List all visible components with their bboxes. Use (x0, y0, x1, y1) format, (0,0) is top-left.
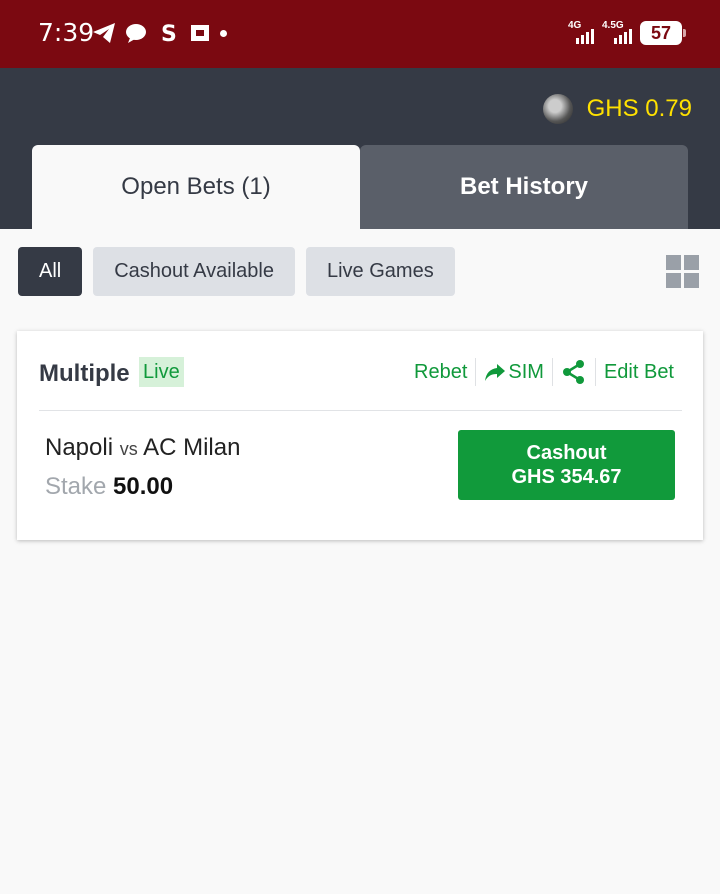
rebet-button[interactable]: Rebet (406, 361, 475, 384)
stake-value: 50.00 (113, 473, 174, 500)
battery-icon: 57 (640, 21, 686, 45)
status-bar: 7:39 S 4G 4.5G 57 (0, 0, 720, 68)
bet-actions: Rebet SIM Edit Bet (406, 357, 682, 387)
app-s-icon: S (156, 21, 180, 45)
balance-amount: GHS 0.79 (586, 95, 692, 122)
clock: 7:39 (38, 18, 95, 47)
app-header: GHS 0.79 Open Bets (1) Bet History (0, 68, 720, 229)
bet-type: Multiple (39, 360, 130, 387)
filter-cashout-available[interactable]: Cashout Available (93, 247, 295, 296)
tab-bet-history[interactable]: Bet History (360, 145, 688, 229)
telegram-icon (92, 21, 116, 45)
bet-filters: All Cashout Available Live Games (18, 247, 455, 296)
signal-icon: 4G (568, 20, 594, 46)
stake-label: Stake (45, 473, 107, 500)
match-title: Napoli vs AC Milan (45, 434, 240, 462)
notification-icons: S (92, 21, 227, 45)
tab-open-bets[interactable]: Open Bets (1) (32, 145, 360, 229)
cashout-amount: GHS 354.67 (511, 466, 622, 488)
share-icon (562, 360, 584, 384)
edit-bet-button[interactable]: Edit Bet (596, 361, 682, 384)
cashout-button[interactable]: Cashout GHS 354.67 (458, 430, 675, 500)
cashout-label: Cashout (526, 442, 607, 464)
chat-bubble-icon (124, 21, 148, 45)
filter-live-games[interactable]: Live Games (305, 247, 455, 296)
vs-label: vs (119, 439, 138, 459)
more-notifications-dot (220, 29, 227, 37)
share-button[interactable] (553, 359, 595, 385)
home-team: Napoli (45, 434, 114, 461)
grid-view-icon[interactable] (666, 255, 699, 288)
svg-text:S: S (161, 22, 177, 44)
account-balance[interactable]: GHS 0.79 (542, 94, 692, 124)
sim-label: SIM (508, 360, 544, 383)
sim-button[interactable]: SIM (476, 361, 552, 384)
live-badge: Live (139, 357, 184, 387)
system-icons: 4G 4.5G 57 (568, 20, 686, 46)
divider (39, 410, 682, 411)
filter-all[interactable]: All (18, 247, 83, 296)
away-team: AC Milan (143, 434, 241, 461)
battery-level: 57 (650, 22, 672, 43)
signal-icon-2: 4.5G (602, 20, 632, 46)
bet-card[interactable]: Multiple Live Rebet SIM Edit Bet Napoli … (17, 331, 703, 540)
avatar[interactable] (542, 94, 573, 124)
forward-arrow-icon (485, 364, 506, 381)
app-square-icon (188, 21, 212, 45)
stake: Stake 50.00 (45, 473, 173, 501)
